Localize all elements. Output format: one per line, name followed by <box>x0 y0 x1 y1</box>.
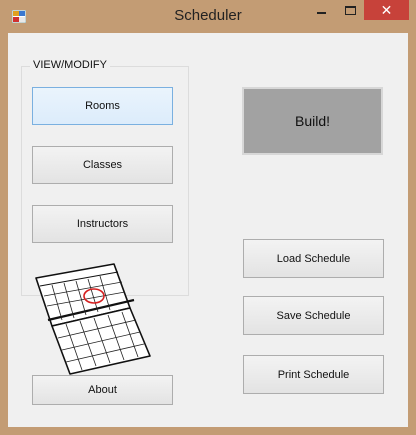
print-schedule-label: Print Schedule <box>277 368 350 381</box>
save-schedule-button[interactable]: Save Schedule <box>243 296 384 335</box>
rooms-button[interactable]: Rooms <box>32 87 173 125</box>
load-schedule-label: Load Schedule <box>276 252 351 265</box>
about-button[interactable]: About <box>32 375 173 405</box>
group-label: VIEW/MODIFY <box>30 59 110 71</box>
classes-button[interactable]: Classes <box>32 146 173 184</box>
calendar-icon <box>35 263 151 375</box>
app-window: Scheduler Wi ✕ VIEW/MODIFY Rooms Classes… <box>0 0 416 435</box>
instructors-button[interactable]: Instructors <box>32 205 173 243</box>
print-schedule-button[interactable]: Print Schedule <box>243 355 384 394</box>
load-schedule-button[interactable]: Load Schedule <box>243 239 384 278</box>
close-button[interactable]: ✕ <box>364 0 409 20</box>
build-button-label: Build! <box>294 113 331 129</box>
minimize-button[interactable] <box>307 0 337 20</box>
maximize-button[interactable] <box>337 0 364 20</box>
classes-button-label: Classes <box>82 159 123 171</box>
rooms-button-label: Rooms <box>85 100 120 112</box>
save-schedule-label: Save Schedule <box>276 309 351 322</box>
title-bar[interactable]: Scheduler Wi ✕ <box>0 0 416 33</box>
instructors-button-label: Instructors <box>76 218 129 230</box>
about-button-label: About <box>88 384 117 396</box>
client-area: VIEW/MODIFY Rooms Classes Instructors Ab… <box>8 33 408 427</box>
build-button[interactable]: Build! <box>242 87 383 155</box>
